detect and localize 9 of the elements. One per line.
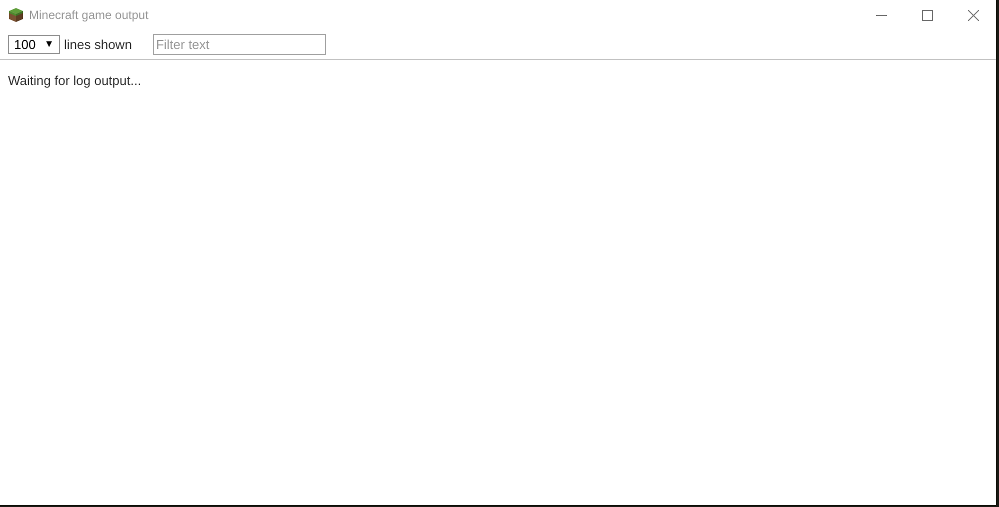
grass-block-icon	[8, 7, 24, 23]
lines-label: lines shown	[64, 36, 132, 54]
minimize-icon	[876, 14, 886, 16]
close-icon	[968, 10, 978, 20]
maximize-icon	[922, 10, 932, 20]
log-message: Waiting for log output...	[8, 73, 142, 88]
filter-field[interactable]: Filter text	[152, 34, 326, 55]
window-title: Minecraft game output	[29, 7, 148, 24]
lines-select[interactable]: 100 ▼	[8, 35, 60, 54]
